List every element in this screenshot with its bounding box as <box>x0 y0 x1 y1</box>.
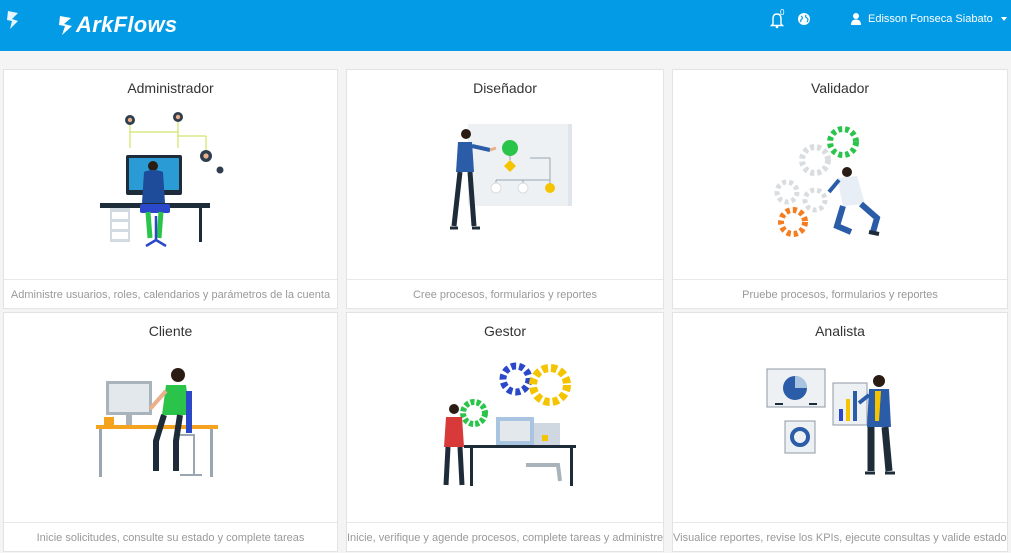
card-divider <box>347 522 663 523</box>
card-validador[interactable]: Validador Pruebe procesos, formularios y… <box>672 69 1008 309</box>
admin-illustration-icon <box>99 112 223 248</box>
arkflows-logo-icon <box>59 16 72 35</box>
user-menu[interactable]: Edisson Fonseca Siabato <box>850 12 993 25</box>
card-analista[interactable]: Analista Visualice reportes, revise los … <box>672 312 1008 552</box>
card-divider <box>4 522 337 523</box>
card-description: Cree procesos, formularios y reportes <box>412 289 597 301</box>
sidebar-toggle-icon[interactable] <box>6 9 20 31</box>
card-divider <box>673 279 1007 280</box>
caret-down-icon[interactable] <box>1001 17 1007 21</box>
user-name: Edisson Fonseca Siabato <box>868 12 993 25</box>
client-illustration <box>4 351 337 521</box>
card-divider <box>4 279 337 280</box>
card-description: Administre usuarios, roles, calendarios … <box>10 289 331 301</box>
brand-name: ArkFlows <box>76 12 178 37</box>
card-title: Administrador <box>127 80 214 96</box>
validator-illustration <box>673 108 1007 278</box>
card-cliente[interactable]: Cliente Inicie solicitudes, consulte su … <box>3 312 338 552</box>
card-gestor[interactable]: Gestor Inicie, verifique y agende proces… <box>346 312 664 552</box>
manager-illustration <box>347 351 663 521</box>
bell-icon[interactable] <box>767 11 789 29</box>
card-administrador[interactable]: Administrador Administre usuarios, roles… <box>3 69 338 309</box>
card-title: Diseñador <box>473 80 537 96</box>
globe-icon[interactable] <box>797 12 811 26</box>
card-description: Pruebe procesos, formularios y reportes <box>742 289 938 301</box>
brand-logo[interactable]: ArkFlows <box>58 10 177 40</box>
top-navbar: ArkFlows 0 Edisson Fonseca Siabato <box>0 0 1011 51</box>
user-icon <box>851 13 861 25</box>
card-title: Gestor <box>483 323 526 339</box>
card-title: Validador <box>810 80 870 96</box>
card-divider <box>673 522 1007 523</box>
card-divider <box>347 279 663 280</box>
card-disenador[interactable]: Diseñador Cree procesos, formularios y r… <box>346 69 664 309</box>
card-description: Inicie, verifique y agende procesos, com… <box>347 532 664 544</box>
validator-illustration-icon <box>774 126 881 237</box>
card-description: Inicie solicitudes, consulte su estado y… <box>36 532 305 544</box>
card-description: Visualice reportes, revise los KPIs, eje… <box>673 532 1008 544</box>
analyst-illustration <box>673 351 1007 521</box>
card-title: Cliente <box>148 323 193 339</box>
designer-illustration <box>347 108 663 278</box>
manager-illustration-icon <box>443 362 576 486</box>
designer-illustration-icon <box>450 124 572 230</box>
analyst-illustration-icon <box>766 368 895 475</box>
admin-illustration <box>4 108 337 278</box>
client-illustration-icon <box>95 368 218 477</box>
notification-count: 0 <box>780 8 785 17</box>
card-title: Analista <box>815 323 865 339</box>
